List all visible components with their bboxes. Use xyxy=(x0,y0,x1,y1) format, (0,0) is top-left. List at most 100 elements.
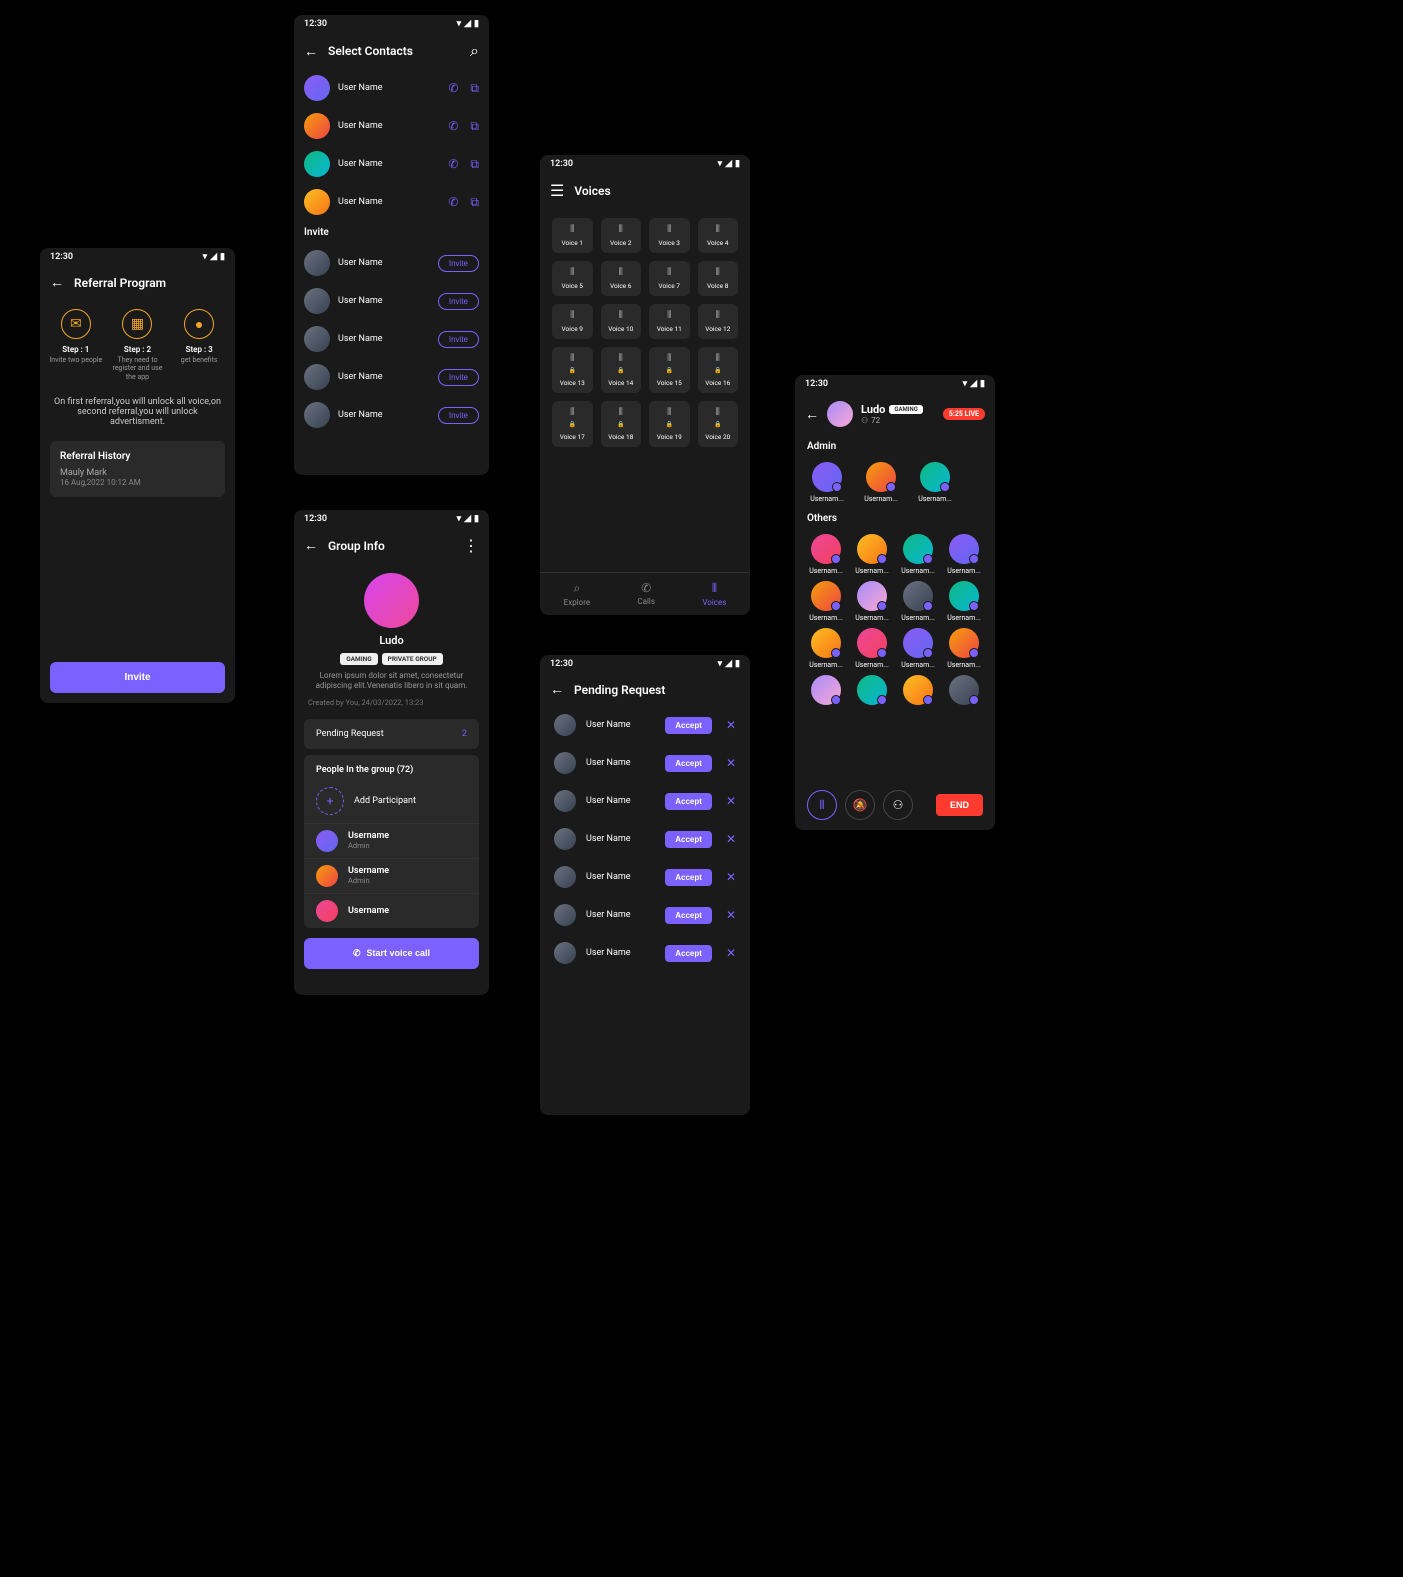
reject-icon[interactable]: ✕ xyxy=(726,832,736,846)
other-cell[interactable]: Usernam... xyxy=(805,628,847,669)
contact-row[interactable]: User Name ✆ ⧉ xyxy=(294,69,489,107)
reject-icon[interactable]: ✕ xyxy=(726,794,736,808)
avatar xyxy=(857,628,887,658)
accept-button[interactable]: Accept xyxy=(665,945,712,962)
member-row[interactable]: Username Admin xyxy=(304,823,479,858)
voice-tile[interactable]: ⫴ Voice 1 xyxy=(552,218,593,253)
other-cell[interactable]: Usernam... xyxy=(851,534,893,575)
search-icon[interactable]: ⌕ xyxy=(470,41,479,61)
more-icon[interactable]: ⋮ xyxy=(463,536,479,555)
accept-button[interactable]: Accept xyxy=(665,717,712,734)
back-icon[interactable]: ← xyxy=(304,537,318,554)
voice-tile[interactable]: ⫴ Voice 8 xyxy=(698,261,739,296)
voice-tile[interactable]: ⫴🔒 Voice 15 xyxy=(649,347,690,393)
contact-row[interactable]: User Name ✆ ⧉ xyxy=(294,145,489,183)
nav-explore[interactable]: ⌕ Explore xyxy=(564,581,590,607)
voice-tile[interactable]: ⫴ Voice 6 xyxy=(601,261,642,296)
voice-tile[interactable]: ⫴ Voice 12 xyxy=(698,304,739,339)
voice-tile[interactable]: ⫴🔒 Voice 16 xyxy=(698,347,739,393)
other-cell[interactable] xyxy=(851,675,893,708)
member-row[interactable]: Username xyxy=(304,893,479,928)
voice-tile[interactable]: ⫴ Voice 11 xyxy=(649,304,690,339)
video-icon[interactable]: ⧉ xyxy=(470,119,479,134)
other-cell[interactable]: Usernam... xyxy=(943,534,985,575)
voice-tile[interactable]: ⫴ Voice 4 xyxy=(698,218,739,253)
accept-button[interactable]: Accept xyxy=(665,755,712,772)
referral-history-card[interactable]: Referral History Mauly Mark 16 Aug,2022 … xyxy=(50,441,225,497)
voice-tile[interactable]: ⫴ Voice 7 xyxy=(649,261,690,296)
reject-icon[interactable]: ✕ xyxy=(726,870,736,884)
other-cell[interactable]: Usernam... xyxy=(851,581,893,622)
add-participant-row[interactable]: + Add Participant xyxy=(304,779,479,823)
voice-tile[interactable]: ⫴🔒 Voice 19 xyxy=(649,401,690,447)
reject-icon[interactable]: ✕ xyxy=(726,756,736,770)
other-cell[interactable]: Usernam... xyxy=(943,581,985,622)
other-cell[interactable]: Usernam... xyxy=(943,628,985,669)
voice-tile[interactable]: ⫴🔒 Voice 18 xyxy=(601,401,642,447)
pending-request-card[interactable]: Pending Request 2 xyxy=(304,719,479,749)
contact-row[interactable]: User Name ✆ ⧉ xyxy=(294,183,489,221)
voice-tile[interactable]: ⫴ Voice 3 xyxy=(649,218,690,253)
nav-voices[interactable]: ⫴ Voices xyxy=(702,581,726,607)
other-cell[interactable]: Usernam... xyxy=(897,534,939,575)
avatar xyxy=(304,113,330,139)
back-icon[interactable]: ← xyxy=(304,43,318,60)
other-cell[interactable]: Usernam... xyxy=(805,534,847,575)
reject-icon[interactable]: ✕ xyxy=(726,946,736,960)
video-icon[interactable]: ⧉ xyxy=(470,157,479,172)
invite-button[interactable]: Invite xyxy=(438,369,479,386)
mute-notifications-button[interactable]: 🔕 xyxy=(845,790,875,820)
voice-tile[interactable]: ⫴ Voice 2 xyxy=(601,218,642,253)
voice-tile[interactable]: ⫴ Voice 10 xyxy=(601,304,642,339)
voice-tile[interactable]: ⫴🔒 Voice 14 xyxy=(601,347,642,393)
invite-button[interactable]: Invite xyxy=(438,331,479,348)
voice-tile[interactable]: ⫴🔒 Voice 20 xyxy=(698,401,739,447)
admin-cell[interactable]: Usernam... xyxy=(805,462,849,503)
start-voice-call-button[interactable]: ✆ Start voice call xyxy=(304,938,479,969)
nav-calls[interactable]: ✆ Calls xyxy=(637,581,655,607)
end-button[interactable]: END xyxy=(936,794,983,816)
back-icon[interactable]: ← xyxy=(50,274,64,291)
invite-button[interactable]: Invite xyxy=(438,255,479,272)
invite-button[interactable]: Invite xyxy=(438,407,479,424)
invite-button[interactable]: Invite xyxy=(438,293,479,310)
other-cell[interactable]: Usernam... xyxy=(897,581,939,622)
voice-tile[interactable]: ⫴ Voice 9 xyxy=(552,304,593,339)
video-icon[interactable]: ⧉ xyxy=(470,81,479,96)
group-avatar[interactable] xyxy=(364,573,419,628)
accept-button[interactable]: Accept xyxy=(665,907,712,924)
avatar xyxy=(811,534,841,564)
reject-icon[interactable]: ✕ xyxy=(726,908,736,922)
phone-icon[interactable]: ✆ xyxy=(448,157,458,171)
accept-button[interactable]: Accept xyxy=(665,869,712,886)
voice-tile[interactable]: ⫴🔒 Voice 13 xyxy=(552,347,593,393)
other-cell[interactable] xyxy=(943,675,985,708)
participants-button[interactable]: ⚇ xyxy=(883,790,913,820)
history-name: Mauly Mark xyxy=(60,468,215,478)
member-row[interactable]: Username Admin xyxy=(304,858,479,893)
reject-icon[interactable]: ✕ xyxy=(726,718,736,732)
video-icon[interactable]: ⧉ xyxy=(470,195,479,210)
avatar xyxy=(554,942,576,964)
other-cell[interactable]: Usernam... xyxy=(897,628,939,669)
invite-button[interactable]: Invite xyxy=(50,662,225,693)
menu-icon[interactable]: ☰ xyxy=(550,181,564,200)
back-icon[interactable]: ← xyxy=(805,406,819,423)
voice-tile[interactable]: ⫴ Voice 5 xyxy=(552,261,593,296)
sound-toggle-button[interactable]: ⫴ xyxy=(807,790,837,820)
group-avatar[interactable] xyxy=(827,401,853,427)
other-cell[interactable]: Usernam... xyxy=(805,581,847,622)
admin-cell[interactable]: Usernam... xyxy=(913,462,957,503)
phone-icon[interactable]: ✆ xyxy=(448,81,458,95)
phone-icon[interactable]: ✆ xyxy=(448,119,458,133)
contact-row[interactable]: User Name ✆ ⧉ xyxy=(294,107,489,145)
admin-cell[interactable]: Usernam... xyxy=(859,462,903,503)
accept-button[interactable]: Accept xyxy=(665,831,712,848)
back-icon[interactable]: ← xyxy=(550,681,564,698)
accept-button[interactable]: Accept xyxy=(665,793,712,810)
other-cell[interactable]: Usernam... xyxy=(851,628,893,669)
other-cell[interactable] xyxy=(897,675,939,708)
other-cell[interactable] xyxy=(805,675,847,708)
phone-icon[interactable]: ✆ xyxy=(448,195,458,209)
voice-tile[interactable]: ⫴🔒 Voice 17 xyxy=(552,401,593,447)
